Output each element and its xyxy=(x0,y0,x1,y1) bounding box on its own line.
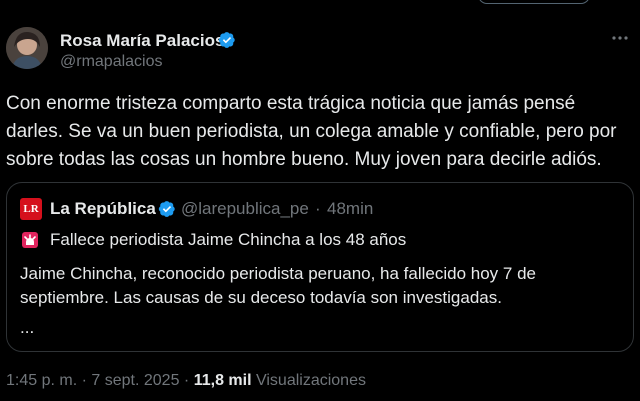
meta-separator: · xyxy=(183,372,190,389)
quote-author-handle: @larepublica_pe xyxy=(181,199,309,218)
tweet-date[interactable]: 7 sept. 2025 xyxy=(91,372,179,389)
author-handle[interactable]: @rmapalacios xyxy=(60,53,163,71)
avatar[interactable] xyxy=(6,27,48,69)
quote-timestamp: 48min xyxy=(327,199,374,218)
tweet-meta: 1:45 p. m. · 7 sept. 2025 · 11,8 mil Vis… xyxy=(6,372,366,390)
quote-separator: · xyxy=(315,199,321,218)
views-count[interactable]: 11,8 mil xyxy=(194,372,252,389)
author-name[interactable]: Rosa María Palacios xyxy=(60,31,224,51)
avatar-image xyxy=(6,27,48,69)
siren-icon xyxy=(22,232,38,248)
tweet-text: Con enorme tristeza comparto esta trágic… xyxy=(6,93,617,170)
verified-badge-icon xyxy=(218,32,235,48)
quote-headline: Fallece periodista Jaime Chincha a los 4… xyxy=(50,230,407,249)
tweet-time[interactable]: 1:45 p. m. xyxy=(6,372,77,389)
quote-logo: LR xyxy=(20,198,42,220)
ellipsis-icon xyxy=(612,36,628,40)
more-options-button[interactable] xyxy=(606,24,634,52)
quote-body: Jaime Chincha, reconocido periodista per… xyxy=(20,264,536,307)
quote-author-name: La República xyxy=(50,199,156,218)
quoted-tweet-card[interactable]: LR La República @larepublica_pe · 48min … xyxy=(6,182,634,352)
views-label[interactable]: Visualizaciones xyxy=(256,372,366,389)
quote-truncation: ... xyxy=(20,318,35,337)
meta-separator: · xyxy=(81,372,87,389)
top-button-edge[interactable] xyxy=(478,0,590,4)
verified-badge-icon xyxy=(158,201,175,217)
